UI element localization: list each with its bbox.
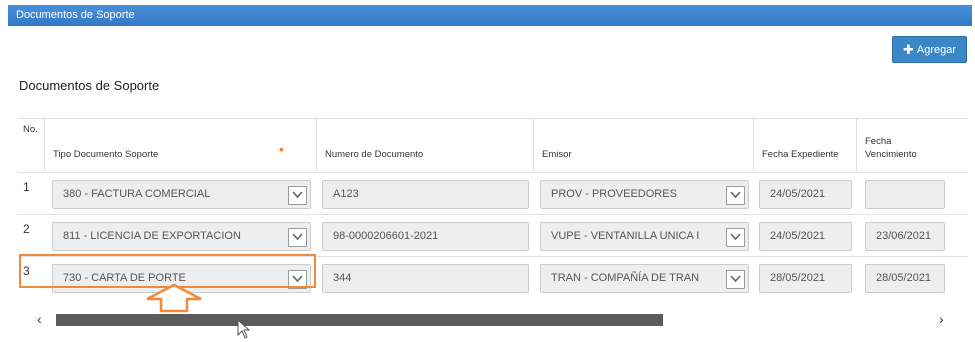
- header-no-label: No.: [23, 124, 38, 135]
- header-fecha-expediente: Fecha Expediente: [754, 119, 857, 172]
- header-fecha-vencimiento-label-1: Fecha: [865, 136, 892, 147]
- section-title: Documentos de Soporte: [19, 78, 160, 93]
- fecha-expediente-value: 24/05/2021: [770, 230, 826, 242]
- header-tipo-label: Tipo Documento Soporte: [53, 149, 159, 160]
- header-numero-label: Numero de Documento: [325, 149, 424, 160]
- table-row: 1 380 - FACTURA COMERCIAL A123 PROV - PR…: [18, 172, 968, 215]
- numero-documento-input[interactable]: A123: [322, 180, 529, 209]
- numero-documento-input[interactable]: 344: [322, 264, 529, 293]
- add-button-label: Agregar: [916, 43, 957, 56]
- tipo-documento-select[interactable]: 380 - FACTURA COMERCIAL: [52, 180, 311, 209]
- header-fecha-vencimiento-label-2: Vencimiento: [865, 149, 917, 160]
- window-title-bar: Documentos de Soporte: [8, 5, 972, 26]
- tipo-documento-value: 380 - FACTURA COMERCIAL: [63, 188, 211, 200]
- header-emisor: Emisor: [534, 119, 754, 172]
- fecha-vencimiento-input[interactable]: [865, 180, 945, 209]
- fecha-expediente-value: 24/05/2021: [770, 188, 826, 200]
- plus-icon: ✚: [902, 41, 914, 57]
- chevron-down-icon[interactable]: [726, 228, 745, 247]
- add-button[interactable]: ✚ Agregar: [892, 36, 967, 63]
- emisor-value: PROV - PROVEEDORES: [551, 188, 677, 200]
- fecha-expediente-input[interactable]: 24/05/2021: [759, 222, 852, 251]
- fecha-expediente-value: 28/05/2021: [770, 272, 826, 284]
- chevron-down-icon[interactable]: [726, 186, 745, 205]
- header-emisor-label: Emisor: [542, 149, 572, 160]
- horizontal-scrollbar-thumb[interactable]: [56, 314, 663, 326]
- window-title: Documentos de Soporte: [16, 9, 135, 21]
- fecha-vencimiento-input[interactable]: 28/05/2021: [865, 264, 945, 293]
- emisor-select[interactable]: VUPE - VENTANILLA UNICA I: [540, 222, 749, 251]
- fecha-vencimiento-value: 23/06/2021: [876, 230, 932, 242]
- chevron-down-icon[interactable]: [726, 270, 745, 289]
- fecha-expediente-input[interactable]: 28/05/2021: [759, 264, 852, 293]
- emisor-value: TRAN - COMPAÑÍA DE TRAN: [551, 272, 700, 284]
- header-no: No.: [18, 119, 45, 172]
- header-numero: Numero de Documento: [317, 119, 534, 172]
- tipo-documento-value: 811 - LICENCIA DE EXPORTACION: [63, 230, 241, 242]
- emisor-select[interactable]: TRAN - COMPAÑÍA DE TRAN: [540, 264, 749, 293]
- row-number: 1: [23, 180, 30, 194]
- numero-documento-input[interactable]: 98-0000206601-2021: [322, 222, 529, 251]
- numero-documento-value: 98-0000206601-2021: [333, 230, 439, 242]
- header-tipo: Tipo Documento Soporte •: [45, 119, 317, 172]
- header-fecha-expediente-label: Fecha Expediente: [762, 149, 839, 160]
- header-fecha-vencimiento: Fecha Vencimiento: [857, 119, 968, 172]
- chevron-down-icon[interactable]: [288, 228, 307, 247]
- fecha-expediente-input[interactable]: 24/05/2021: [759, 180, 852, 209]
- emisor-value: VUPE - VENTANILLA UNICA I: [551, 230, 700, 242]
- table-row: 2 811 - LICENCIA DE EXPORTACION 98-00002…: [18, 214, 968, 257]
- mouse-cursor-icon: [237, 319, 251, 339]
- emisor-select[interactable]: PROV - PROVEEDORES: [540, 180, 749, 209]
- required-marker-icon: •: [279, 141, 284, 157]
- fecha-vencimiento-input[interactable]: 23/06/2021: [865, 222, 945, 251]
- numero-documento-value: A123: [333, 188, 359, 200]
- scroll-right-button[interactable]: ›: [939, 311, 944, 327]
- up-arrow-icon: [146, 283, 202, 313]
- fecha-vencimiento-value: 28/05/2021: [876, 272, 932, 284]
- numero-documento-value: 344: [333, 272, 352, 284]
- scroll-left-button[interactable]: ‹: [37, 311, 42, 327]
- chevron-down-icon[interactable]: [288, 186, 307, 205]
- row-number: 2: [23, 222, 30, 236]
- tipo-documento-select[interactable]: 811 - LICENCIA DE EXPORTACION: [52, 222, 311, 251]
